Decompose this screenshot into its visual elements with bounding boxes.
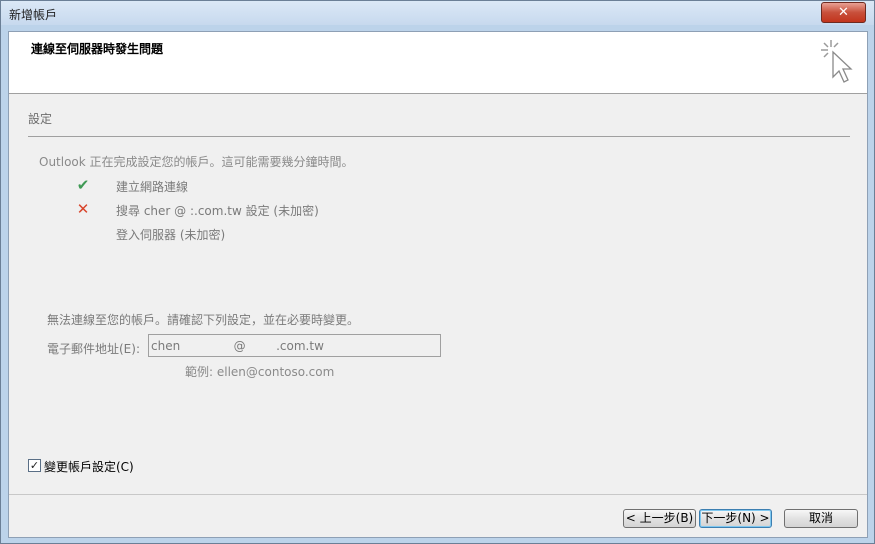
next-button[interactable]: 下一步(N) >: [699, 509, 772, 528]
change-account-settings-checkbox[interactable]: ✓: [28, 459, 41, 472]
section-divider: [28, 136, 850, 137]
wizard-header: 連線至伺服器時發生問題: [9, 32, 867, 94]
title-bar[interactable]: 新增帳戶 ✕: [1, 1, 874, 25]
dialog-body: 連線至伺服器時發生問題 設定 Outlook 正在完成設定您的帳戶。這可能需要幾…: [8, 31, 868, 538]
progress-step-text: 建立網路連線: [116, 180, 189, 194]
progress-intro: Outlook 正在完成設定您的帳戶。這可能需要幾分鐘時間。: [39, 155, 354, 169]
cursor-sparkle-icon: [821, 40, 853, 83]
page-title: 連線至伺服器時發生問題: [31, 42, 164, 56]
email-field[interactable]: [148, 334, 441, 357]
connection-error-notice: 無法連線至您的帳戶。請確認下列設定，並在必要時變更。: [47, 313, 360, 327]
progress-step-text: 登入伺服器 (未加密): [116, 228, 226, 242]
pending-icon: [75, 225, 91, 241]
error-x-icon: ✕: [76, 200, 90, 218]
new-account-dialog: 新增帳戶 ✕ 連線至伺服器時發生問題 設定 Outlook 正在完成設定您的帳戶…: [0, 0, 875, 544]
back-button[interactable]: < 上一步(B): [623, 509, 696, 528]
cancel-button[interactable]: 取消: [784, 509, 858, 528]
footer-divider: [9, 494, 867, 495]
progress-step-text: 搜尋 cher @ :.com.tw 設定 (未加密): [116, 204, 319, 218]
change-account-settings-label[interactable]: 變更帳戶設定(C): [44, 458, 134, 475]
section-label: 設定: [28, 112, 53, 126]
email-example-text: 範例: ellen@contoso.com: [185, 365, 335, 379]
window-title: 新增帳戶: [9, 8, 58, 22]
checkmark-icon: ✔: [76, 176, 90, 194]
close-button[interactable]: ✕: [821, 2, 866, 23]
email-field-label: 電子郵件地址(E):: [47, 342, 140, 356]
